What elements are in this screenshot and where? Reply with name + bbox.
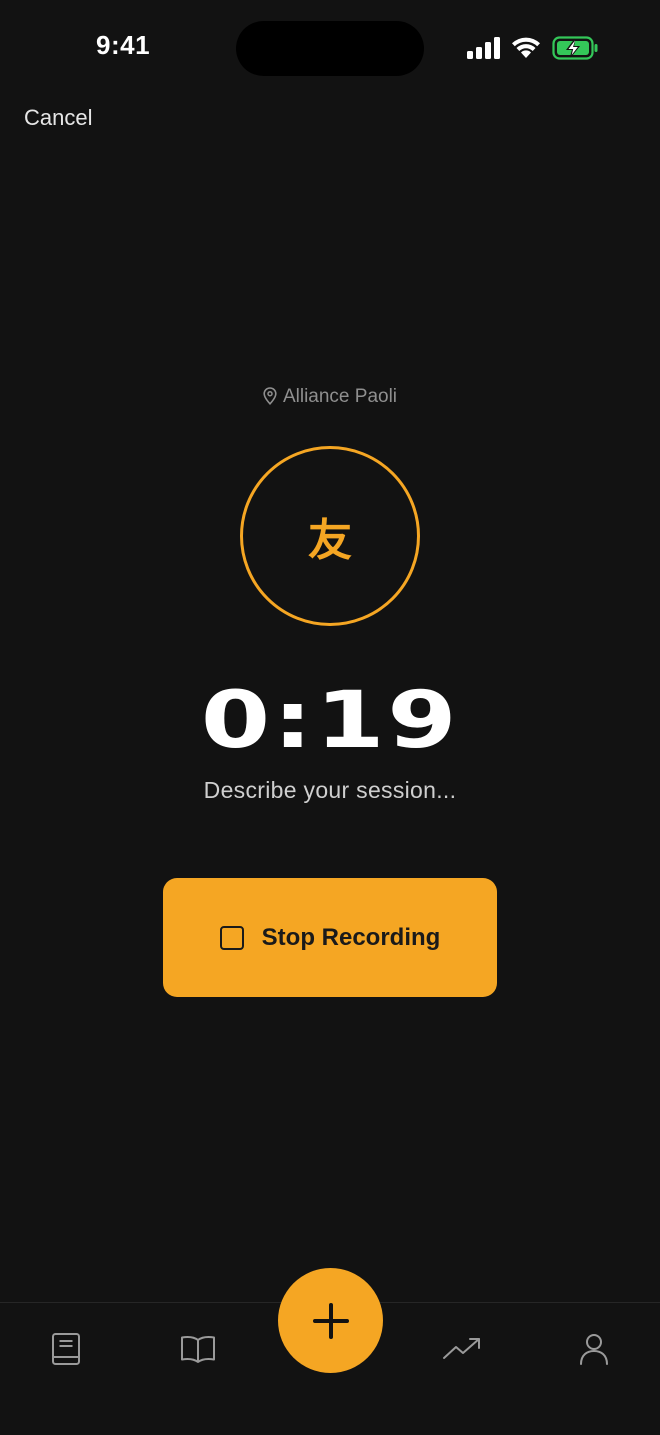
user-icon <box>580 1334 608 1365</box>
tab-journal[interactable] <box>42 1325 90 1373</box>
tab-library[interactable] <box>174 1325 222 1373</box>
tab-progress[interactable] <box>438 1325 486 1373</box>
cellular-signal-icon <box>467 37 500 59</box>
status-time: 9:41 <box>96 30 151 60</box>
cancel-button[interactable]: Cancel <box>24 105 92 131</box>
notebook-icon <box>52 1333 80 1365</box>
open-book-icon <box>181 1336 215 1363</box>
add-session-button[interactable] <box>278 1268 383 1373</box>
tab-profile[interactable] <box>570 1325 618 1373</box>
trending-up-icon <box>443 1338 480 1359</box>
stop-recording-label: Stop Recording <box>261 923 441 951</box>
location-name: Alliance Paoli <box>282 386 398 407</box>
session-prompt[interactable]: Describe your session... <box>0 777 660 804</box>
plus-icon <box>312 1302 349 1339</box>
stop-recording-button[interactable]: Stop Recording <box>163 878 497 997</box>
battery-charging-icon <box>552 36 598 60</box>
location-label: Alliance Paoli <box>0 386 660 408</box>
dynamic-island <box>236 21 424 76</box>
session-timer: 0:19 <box>200 676 460 766</box>
avatar: 友 <box>240 446 420 626</box>
stop-square-icon <box>219 925 244 950</box>
status-icons <box>466 34 600 62</box>
wifi-icon <box>512 37 540 58</box>
map-pin-icon <box>263 387 277 405</box>
avatar-glyph: 友 <box>308 515 352 566</box>
